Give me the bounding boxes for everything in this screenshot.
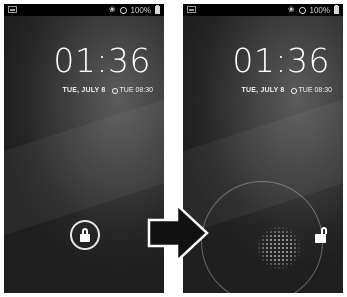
date-text: TUE, JULY 8 (62, 87, 106, 94)
alarm-text: TUE 08:30 (119, 87, 153, 94)
status-bar: ❀ 100% (183, 4, 343, 16)
next-alarm: TUE 08:30 (111, 87, 153, 94)
alarm-clock-icon (290, 87, 297, 94)
alarm-icon (298, 6, 306, 14)
clock-time: 01:36 (232, 41, 330, 80)
battery-icon (334, 5, 339, 14)
date-alarm-row: TUE, JULY 8 TUE 08:30 (62, 87, 153, 94)
mute-icon: ❀ (287, 5, 295, 14)
alarm-text: TUE 08:30 (298, 87, 332, 94)
status-icons: ❀ 100% (109, 4, 160, 16)
status-icons: ❀ 100% (288, 4, 339, 16)
date-alarm-row: TUE, JULY 8 TUE 08:30 (241, 87, 332, 94)
battery-percent: 100% (130, 5, 151, 15)
battery-icon (155, 5, 160, 14)
notification-image-icon (187, 6, 196, 13)
date-text: TUE, JULY 8 (241, 87, 285, 94)
unlock-target-icon[interactable] (314, 226, 328, 244)
arrow-right-icon (147, 203, 209, 263)
alarm-clock-icon (111, 87, 118, 94)
alarm-icon (119, 6, 127, 14)
drag-touch-point[interactable] (257, 226, 301, 270)
lockscreen-left: ❀ 100% 01:36 TUE, JULY 8 TUE 08:30 (4, 4, 164, 293)
next-alarm: TUE 08:30 (290, 87, 332, 94)
battery-percent: 100% (309, 5, 330, 15)
notification-image-icon (8, 6, 17, 13)
unlock-handle[interactable] (70, 220, 100, 250)
clock-time: 01:36 (53, 41, 151, 80)
status-bar: ❀ 100% (4, 4, 164, 16)
mute-icon: ❀ (108, 5, 116, 14)
